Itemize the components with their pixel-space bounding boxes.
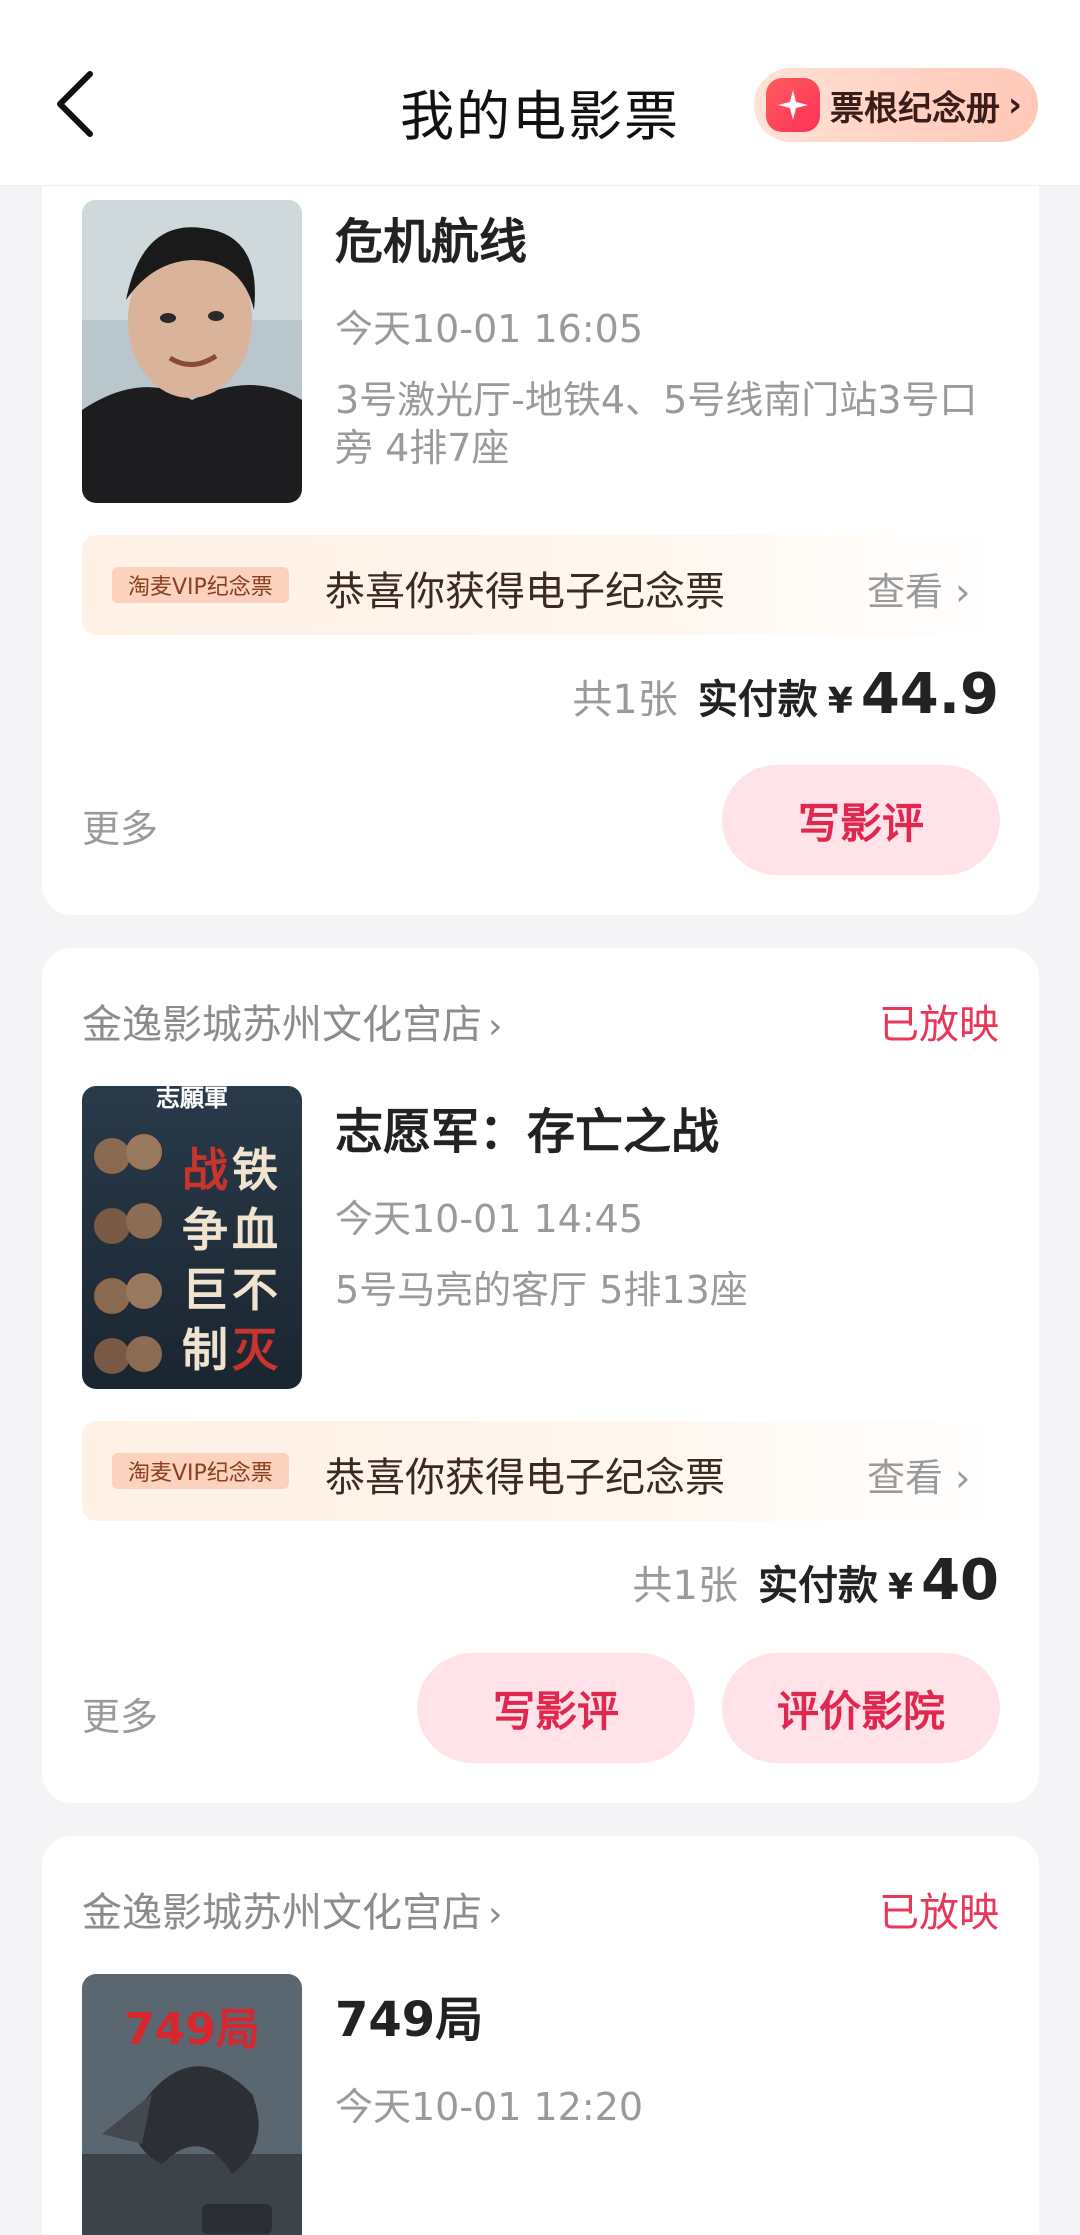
poster-title: 749局 <box>124 2004 260 2055</box>
movie-title: 志愿军：存亡之战 <box>335 1104 720 1160</box>
svg-text:铁: 铁 <box>232 1143 278 1197</box>
movie-poster[interactable]: 749局 <box>82 1974 302 2235</box>
hall-seat: 5号马亮的客厅 5排13座 <box>335 1268 748 1312</box>
ticket-count: 共1张 <box>632 1563 738 1609</box>
svg-text:战: 战 <box>182 1143 228 1197</box>
movie-poster[interactable]: 志願軍 铁 血 不 灭 战 争 巨 制 <box>82 1086 302 1389</box>
svg-text:灭: 灭 <box>232 1323 279 1377</box>
poster-title: 志願軍 <box>156 1086 228 1112</box>
view-label: 查看 <box>867 570 944 614</box>
vip-souvenir-badge: 淘麦VIP纪念票 <box>112 567 289 603</box>
cinema-name-text: 金逸影城苏州文化宫店 <box>82 1890 482 1936</box>
paid-label: 实付款 <box>697 677 818 723</box>
view-label: 查看 <box>867 1456 944 1500</box>
ticket-stub-album-button[interactable]: 票根纪念册 › <box>754 68 1038 142</box>
ticket-order-card[interactable]: 金逸影城苏州文化宫店 › 已放映 749局 749局 今天10-01 12:20 <box>42 1836 1039 2235</box>
chevron-right-icon: › <box>488 1894 503 1935</box>
more-link[interactable]: 更多 <box>82 798 158 853</box>
chevron-right-icon: › <box>955 1456 971 1500</box>
showtime: 今天10-01 16:05 <box>335 307 644 351</box>
payment-summary: 共1张 实付款 ¥ 40 <box>633 1548 999 1618</box>
status-badge: 已放映 <box>879 1002 999 1048</box>
write-review-button[interactable]: 写影评 <box>722 765 1000 875</box>
chevron-right-icon: › <box>1008 85 1023 125</box>
status-badge: 已放映 <box>879 1890 999 1936</box>
souvenir-text: 恭喜你获得电子纪念票 <box>325 569 725 615</box>
showtime: 今天10-01 12:20 <box>335 2085 644 2129</box>
svg-text:制: 制 <box>182 1323 228 1377</box>
svg-text:不: 不 <box>232 1263 278 1317</box>
top-nav-bar: 我的电影票 票根纪念册 › <box>0 0 1080 186</box>
paid-amount: 40 <box>921 1548 999 1613</box>
movie-title: 危机航线 <box>335 214 528 270</box>
currency-symbol: ¥ <box>827 681 853 722</box>
chevron-right-icon: › <box>488 1006 503 1047</box>
ticket-order-card[interactable]: 金逸影城苏州文化宫店 › 已放映 志願軍 铁 血 不 灭 战 争 巨 制 志愿军… <box>42 948 1039 1803</box>
showtime: 今天10-01 14:45 <box>335 1197 644 1241</box>
view-souvenir-link[interactable]: 查看 › <box>867 1447 970 1502</box>
currency-symbol: ¥ <box>888 1567 914 1608</box>
svg-text:争: 争 <box>182 1203 228 1257</box>
cinema-row[interactable]: 金逸影城苏州文化宫店 › 已放映 <box>82 996 999 1048</box>
paid-amount: 44.9 <box>860 662 999 727</box>
cinema-row[interactable]: 金逸影城苏州文化宫店 › 已放映 <box>82 1884 999 1936</box>
souvenir-ticket-banner[interactable]: 淘麦VIP纪念票 恭喜你获得电子纪念票 查看 › <box>82 1421 1002 1521</box>
svg-text:血: 血 <box>232 1203 278 1257</box>
cinema-name[interactable]: 金逸影城苏州文化宫店 › <box>82 992 502 1050</box>
write-review-button[interactable]: 写影评 <box>417 1653 695 1763</box>
cinema-name-text: 金逸影城苏州文化宫店 <box>82 1002 482 1048</box>
ticket-count: 共1张 <box>572 677 678 723</box>
view-souvenir-link[interactable]: 查看 › <box>867 561 970 616</box>
rate-cinema-button[interactable]: 评价影院 <box>722 1653 1000 1763</box>
ticket-order-card[interactable]: 危机航线 今天10-01 16:05 3号激光厅-地铁4、5号线南门站3号口旁 … <box>42 150 1039 915</box>
chevron-right-icon: › <box>955 570 971 614</box>
paid-label: 实付款 <box>758 1563 878 1609</box>
hall-seat: 3号激光厅-地铁4、5号线南门站3号口旁 4排7座 <box>335 378 978 470</box>
payment-summary: 共1张 实付款 ¥ 44.9 <box>572 662 999 732</box>
ticket-stub-album-label: 票根纪念册 <box>830 88 1000 129</box>
movie-poster[interactable] <box>82 200 302 503</box>
souvenir-ticket-banner[interactable]: 淘麦VIP纪念票 恭喜你获得电子纪念票 查看 › <box>82 535 1002 635</box>
vip-souvenir-badge: 淘麦VIP纪念票 <box>112 1453 289 1489</box>
more-link[interactable]: 更多 <box>82 1686 158 1741</box>
souvenir-text: 恭喜你获得电子纪念票 <box>325 1455 725 1501</box>
movie-title: 749局 <box>335 1992 484 2048</box>
sparkle-icon <box>766 78 820 132</box>
svg-text:巨: 巨 <box>182 1263 228 1317</box>
cinema-name[interactable]: 金逸影城苏州文化宫店 › <box>82 1880 502 1938</box>
